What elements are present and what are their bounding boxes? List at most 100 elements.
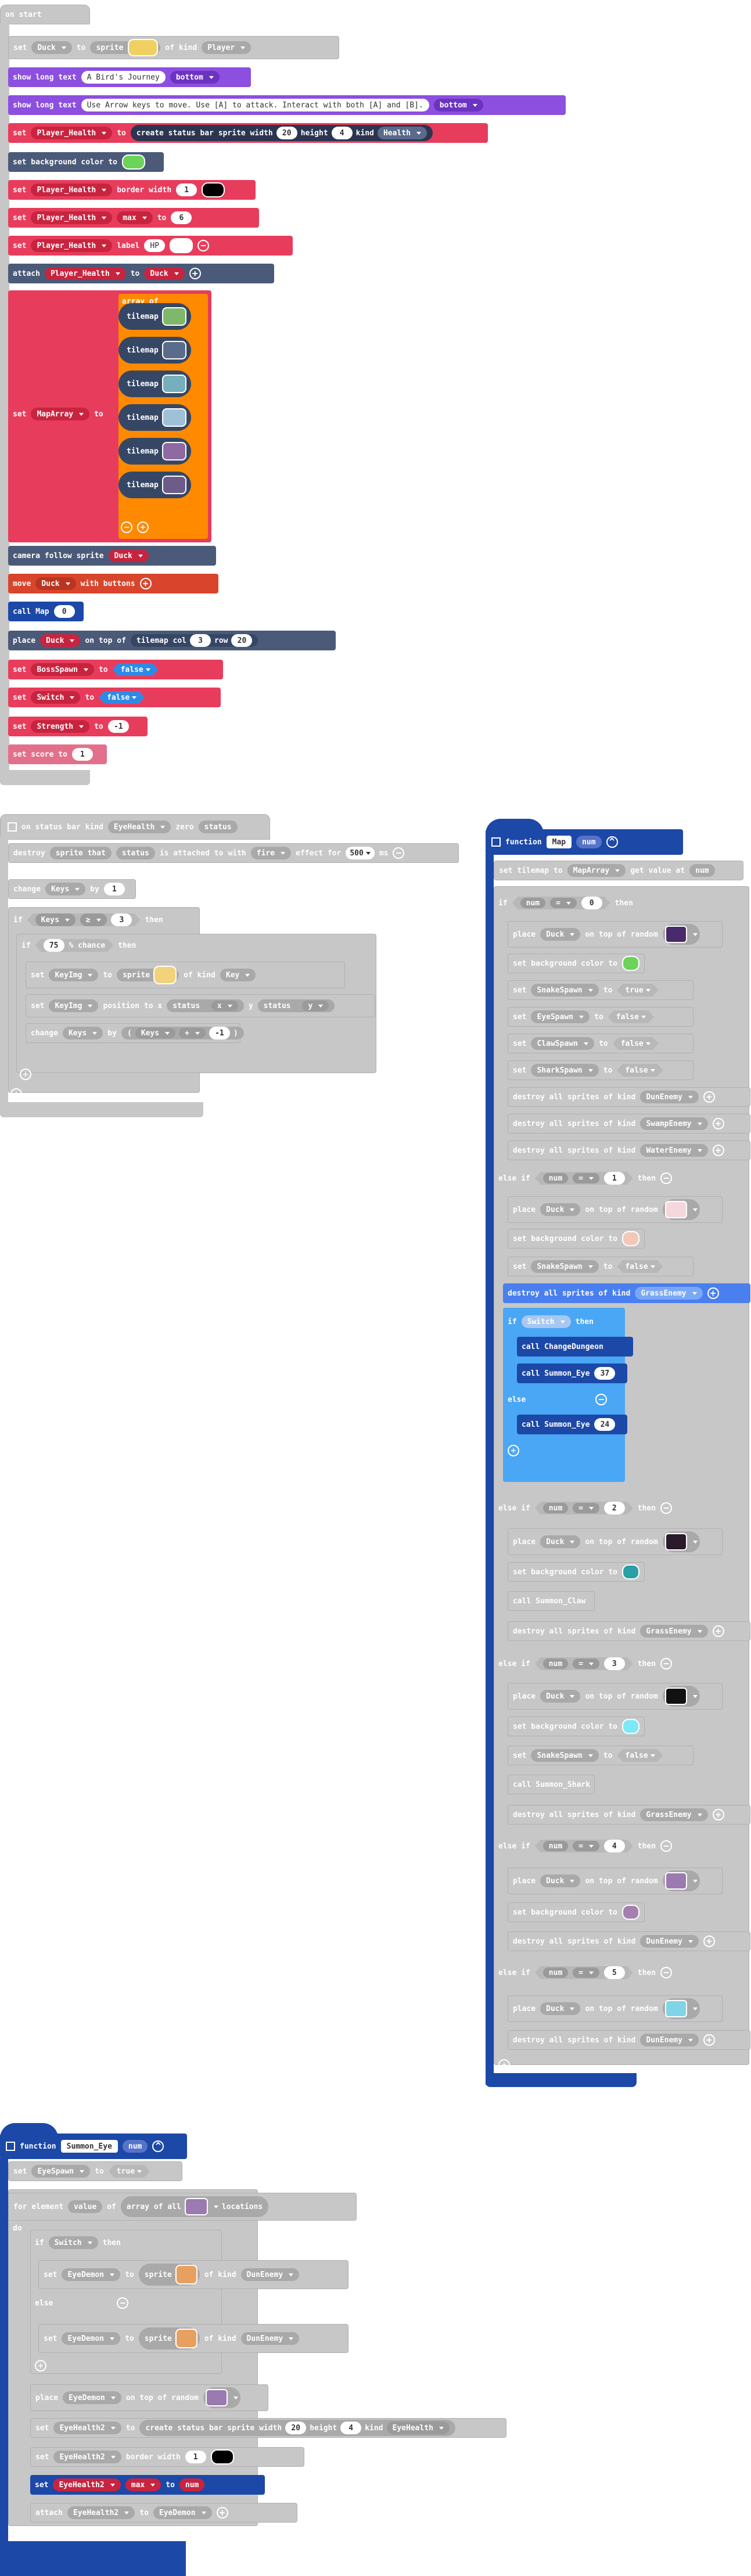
- var-keys-dropdown[interactable]: Keys: [45, 883, 86, 895]
- set-bg-color-green[interactable]: set background color to: [8, 152, 164, 172]
- minus-circle-icon[interactable]: −: [660, 1502, 673, 1514]
- set-duck-sprite-block[interactable]: set Duck to sprite of kind Player: [8, 36, 339, 59]
- var-duck-dropdown-3[interactable]: Duck: [108, 549, 149, 562]
- param-num[interactable]: num: [576, 836, 602, 848]
- minus-circle-icon[interactable]: −: [393, 847, 405, 859]
- var-dropdown[interactable]: SharkSpawn: [531, 1064, 599, 1077]
- var-maparray-dropdown[interactable]: MapArray: [567, 864, 626, 877]
- var-switch-dropdown[interactable]: Switch: [48, 2236, 98, 2249]
- num-reporter[interactable]: num: [179, 2478, 205, 2491]
- place-duck-random-0[interactable]: place Duck on top of random: [508, 921, 723, 948]
- color-swatch[interactable]: [622, 1231, 639, 1246]
- place-duck-random-2[interactable]: place Duck on top of random: [508, 1528, 723, 1555]
- destroy-all-block[interactable]: destroy all sprites of kind DunEnemy +: [508, 1087, 750, 1107]
- var-duck-dropdown-2[interactable]: Duck: [144, 267, 185, 280]
- tilemap-thumb[interactable]: [161, 442, 186, 460]
- eye-sprite-thumb[interactable]: [175, 2265, 197, 2284]
- var-keys-dropdown-3[interactable]: Keys: [62, 1027, 103, 1039]
- call-map-block[interactable]: call Map 0: [8, 602, 84, 621]
- var-dropdown[interactable]: SnakeSpawn: [531, 1749, 599, 1762]
- set-eyedemon-sprite-block[interactable]: set EyeDemon to sprite of kind DunEnemy: [38, 2324, 348, 2353]
- compare-input[interactable]: 2: [604, 1502, 625, 1514]
- sprite-picker[interactable]: sprite: [90, 39, 161, 56]
- set-border-width[interactable]: set Player_Health border width 1: [8, 180, 256, 200]
- place-eyedemon-random-block[interactable]: place EyeDemon on top of random: [30, 2384, 268, 2411]
- on-start-header[interactable]: on start: [0, 5, 90, 24]
- else-if-num-4[interactable]: else if num = 4 then −: [498, 1836, 673, 1856]
- plus-circle-icon[interactable]: +: [508, 1445, 519, 1456]
- var-duck-dropdown[interactable]: Duck: [31, 41, 72, 54]
- duck-sprite-thumb[interactable]: [128, 39, 159, 56]
- tile-thumb[interactable]: [664, 1688, 687, 1705]
- place-on-tilemap-block[interactable]: place Duck on top of tilemap col 3 row 2…: [8, 631, 336, 650]
- pos-bottom-dropdown-2[interactable]: bottom: [433, 99, 483, 111]
- value-param[interactable]: value: [68, 2200, 103, 2213]
- plus-circle-icon[interactable]: +: [703, 1935, 715, 1947]
- function-name-input[interactable]: Summon_Eye: [60, 2140, 118, 2153]
- set-var-block[interactable]: set SnakeSpawn to false: [508, 1746, 693, 1765]
- tilemap-thumb[interactable]: [161, 341, 186, 359]
- call-arg-input[interactable]: 24: [594, 1418, 616, 1431]
- var-player-health-dropdown[interactable]: Player_Health: [31, 127, 113, 139]
- function-summon-eye-header[interactable]: function Summon_Eye num ^: [0, 2134, 187, 2159]
- else-if-num-5[interactable]: else if num = 5 then −: [498, 1963, 673, 1983]
- set-border-width-block[interactable]: set EyeHealth2 border width 1: [30, 2447, 304, 2467]
- keys-compare[interactable]: Keys ≥ 3: [27, 913, 141, 926]
- kind-key-dropdown[interactable]: Key: [220, 969, 256, 981]
- set-var-block[interactable]: set SharkSpawn to false: [508, 1060, 693, 1080]
- instructions-text-input[interactable]: Use Arrow keys to move. Use [A] to attac…: [81, 99, 429, 111]
- border-color-swatch[interactable]: [202, 182, 225, 197]
- chance-condition[interactable]: 75 % chance: [35, 939, 113, 952]
- num-equals-condition[interactable]: num = 2: [535, 1502, 633, 1514]
- compare-input[interactable]: 3: [604, 1657, 625, 1670]
- num-equals-condition[interactable]: num = 4: [535, 1840, 633, 1852]
- set-strength-block[interactable]: set Strength to -1: [8, 717, 148, 736]
- kind-eyehealth-dropdown[interactable]: EyeHealth: [386, 2422, 450, 2434]
- bool-dropdown[interactable]: false: [608, 1010, 654, 1023]
- kind-dropdown[interactable]: GrassEnemy: [640, 1808, 708, 1821]
- call-summon-shark-block[interactable]: call Summon_Shark: [508, 1775, 595, 1794]
- function-name-input[interactable]: Map: [546, 836, 572, 848]
- bool-dropdown[interactable]: false: [613, 1037, 659, 1050]
- y-dropdown[interactable]: y: [302, 1001, 329, 1011]
- tilemap-reporter[interactable]: tilemap: [118, 438, 191, 465]
- call-function-block[interactable]: call Summon_Eye 24: [517, 1415, 627, 1434]
- var-eyedemon-dropdown[interactable]: EyeDemon: [153, 2506, 212, 2519]
- create-status-bar-reporter[interactable]: create status bar sprite width 20 height…: [130, 125, 433, 141]
- kind-dropdown[interactable]: DunEnemy: [640, 1935, 699, 1948]
- map-arg-input[interactable]: 0: [53, 605, 75, 618]
- set-eyehealth2-statusbar-block[interactable]: set EyeHealth2 to create status bar sprite …: [30, 2418, 506, 2438]
- false-dropdown-2[interactable]: false: [99, 691, 145, 704]
- destroy-all-block[interactable]: destroy all sprites of kind DunEnemy +: [508, 1931, 750, 1951]
- minus-circle-icon[interactable]: −: [595, 1394, 608, 1405]
- status-x-reporter[interactable]: status x: [167, 999, 244, 1012]
- sprite-that-reporter[interactable]: sprite that: [49, 847, 112, 859]
- var-eyedemon-dropdown[interactable]: EyeDemon: [62, 2268, 121, 2281]
- minus-circle-icon[interactable]: −: [197, 240, 210, 251]
- status-zero-event[interactable]: on status bar kind EyeHealth zero status…: [0, 814, 465, 1122]
- width-input[interactable]: 20: [285, 2422, 307, 2434]
- sprite-picker[interactable]: sprite: [138, 2327, 200, 2350]
- plus-circle-icon[interactable]: +: [498, 2059, 510, 2071]
- array-all-locations-reporter[interactable]: array of all locations: [120, 2196, 269, 2217]
- set-bg-color-block[interactable]: set background color to: [508, 954, 645, 973]
- var-duck-dropdown[interactable]: Duck: [540, 1875, 581, 1887]
- tilemap-reporter[interactable]: tilemap: [118, 472, 191, 498]
- op-dropdown[interactable]: =: [550, 898, 577, 908]
- height-input[interactable]: 4: [340, 2422, 362, 2434]
- tile-picker[interactable]: [662, 1531, 700, 1552]
- minus-circle-icon[interactable]: −: [117, 2297, 129, 2309]
- plus-circle-icon[interactable]: +: [712, 1809, 724, 1821]
- plus-circle-icon[interactable]: +: [703, 2034, 715, 2046]
- effect-fire-dropdown[interactable]: fire: [250, 847, 292, 859]
- num-equals-condition[interactable]: num = 3: [535, 1657, 633, 1670]
- var-eyehealth2-dropdown[interactable]: EyeHealth2: [53, 2478, 121, 2491]
- kind-dropdown[interactable]: SwampEnemy: [640, 1117, 708, 1130]
- chance-input[interactable]: 75: [44, 939, 64, 952]
- function-map-header[interactable]: function Map num ^: [486, 829, 683, 855]
- kind-health-dropdown[interactable]: Health: [377, 127, 427, 139]
- change-keys-block[interactable]: change Keys by 1: [8, 879, 136, 899]
- num-reporter[interactable]: num: [543, 1967, 568, 1978]
- border-color-swatch[interactable]: [210, 2449, 234, 2465]
- plus-circle-icon[interactable]: +: [712, 1145, 724, 1156]
